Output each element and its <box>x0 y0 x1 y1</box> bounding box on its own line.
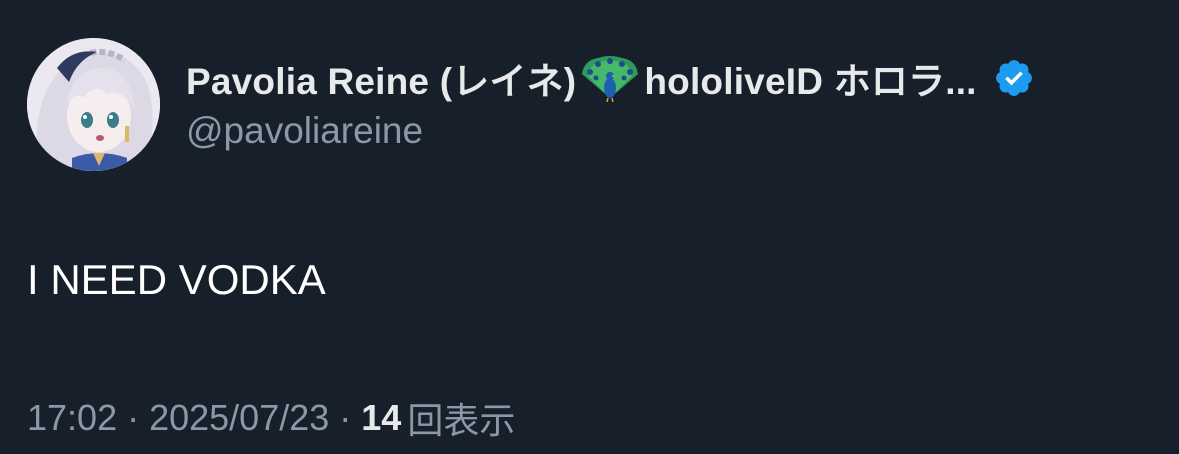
verified-badge-icon[interactable] <box>993 57 1035 99</box>
author-handle[interactable]: @pavoliareine <box>186 110 423 152</box>
tweet-meta: 17:02 · 2025/07/23 · 14 回表示 <box>27 392 515 444</box>
tweet-date[interactable]: 2025/07/23 <box>149 397 329 439</box>
avatar[interactable] <box>27 38 160 171</box>
meta-separator: · <box>127 397 140 438</box>
avatar-image <box>27 38 160 171</box>
views-label: 回表示 <box>407 400 516 441</box>
tweet-text: I NEED VODKA <box>27 256 326 303</box>
display-name-suffix[interactable]: hololiveID ホロラ... <box>644 51 976 105</box>
tweet-time[interactable]: 17:02 <box>27 397 117 439</box>
meta-separator: · <box>339 397 352 438</box>
tweet-card: Pavolia Reine (レイネ) hololiveID ホロラ... @p… <box>0 0 1179 454</box>
author-name-row[interactable]: Pavolia Reine (レイネ) hololiveID ホロラ... <box>186 52 1035 104</box>
peacock-emoji-icon <box>578 54 642 102</box>
display-name[interactable]: Pavolia Reine (レイネ) <box>186 51 576 105</box>
views-count[interactable]: 14 <box>361 397 401 439</box>
